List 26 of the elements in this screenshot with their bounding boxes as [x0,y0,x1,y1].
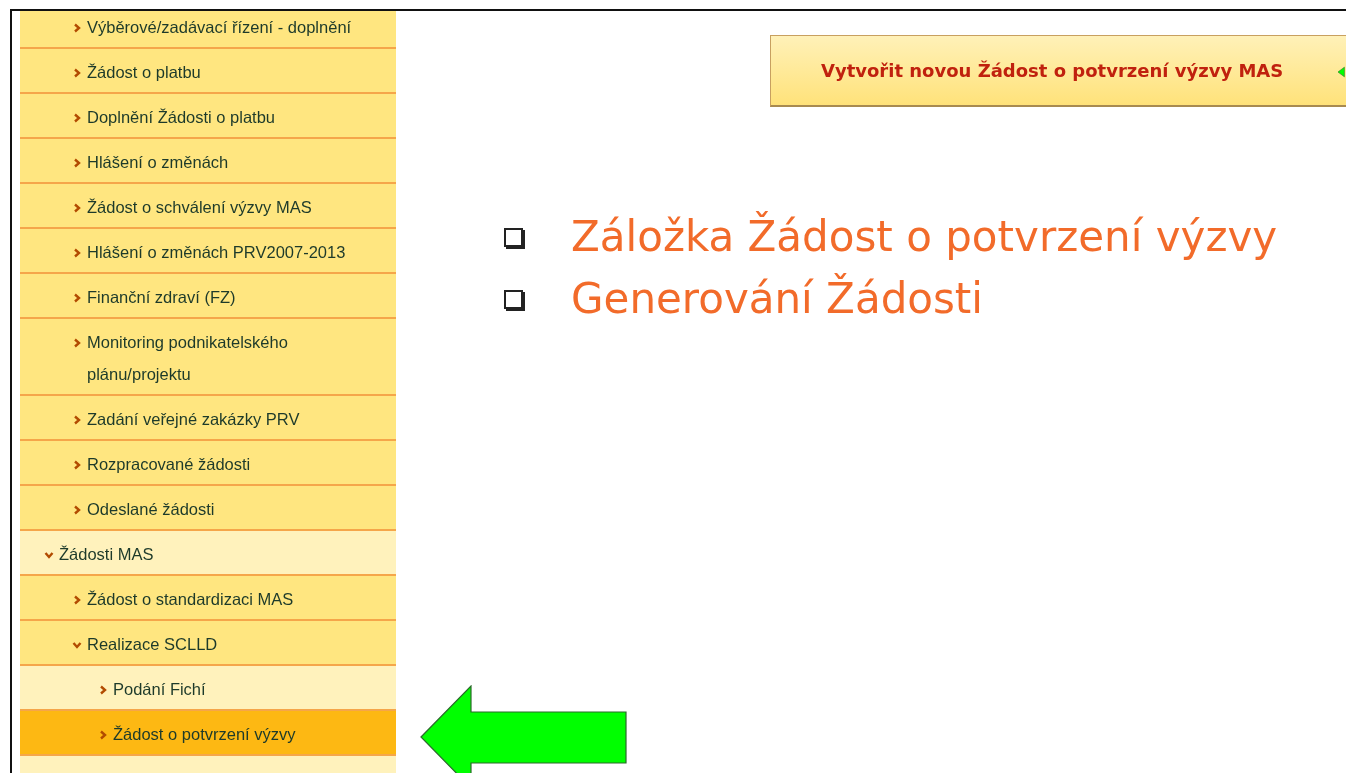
menu-item[interactable]: Žádost o potvrzení výzvy [20,711,396,756]
chevron-right-icon [72,113,82,123]
chevron-right-icon [72,248,82,258]
menu-item[interactable]: Žádosti MAS [20,531,396,576]
create-request-button[interactable]: Vytvořit novou Žádost o potvrzení výzvy MAS [770,35,1346,107]
chevron-right-icon [72,415,82,425]
arrow-icon [420,685,628,773]
chevron-right-icon [72,460,82,470]
chevron-right-icon [98,685,108,695]
chevron-right-icon [72,23,82,33]
chevron-right-icon [72,595,82,605]
bullet-text: Záložka Žádost o potvrzení výzvy [571,212,1278,262]
chevron-right-icon [72,68,82,78]
chevron-down-icon [72,640,82,650]
menu-item[interactable]: Podání Fichí [20,666,396,711]
checkbox-bullet-icon [504,289,523,309]
chevron-right-icon [72,158,82,168]
bullet-text: Generování Žádosti [571,274,983,324]
chevron-right-icon [72,338,82,348]
chevron-right-icon [98,730,108,740]
chevron-down-icon [44,550,54,560]
chevron-right-icon [72,203,82,213]
chevron-right-icon [72,505,82,515]
checkbox-bullet-icon [504,227,523,247]
chevron-right-icon [72,293,82,303]
arrow-tip-icon [1338,66,1346,78]
